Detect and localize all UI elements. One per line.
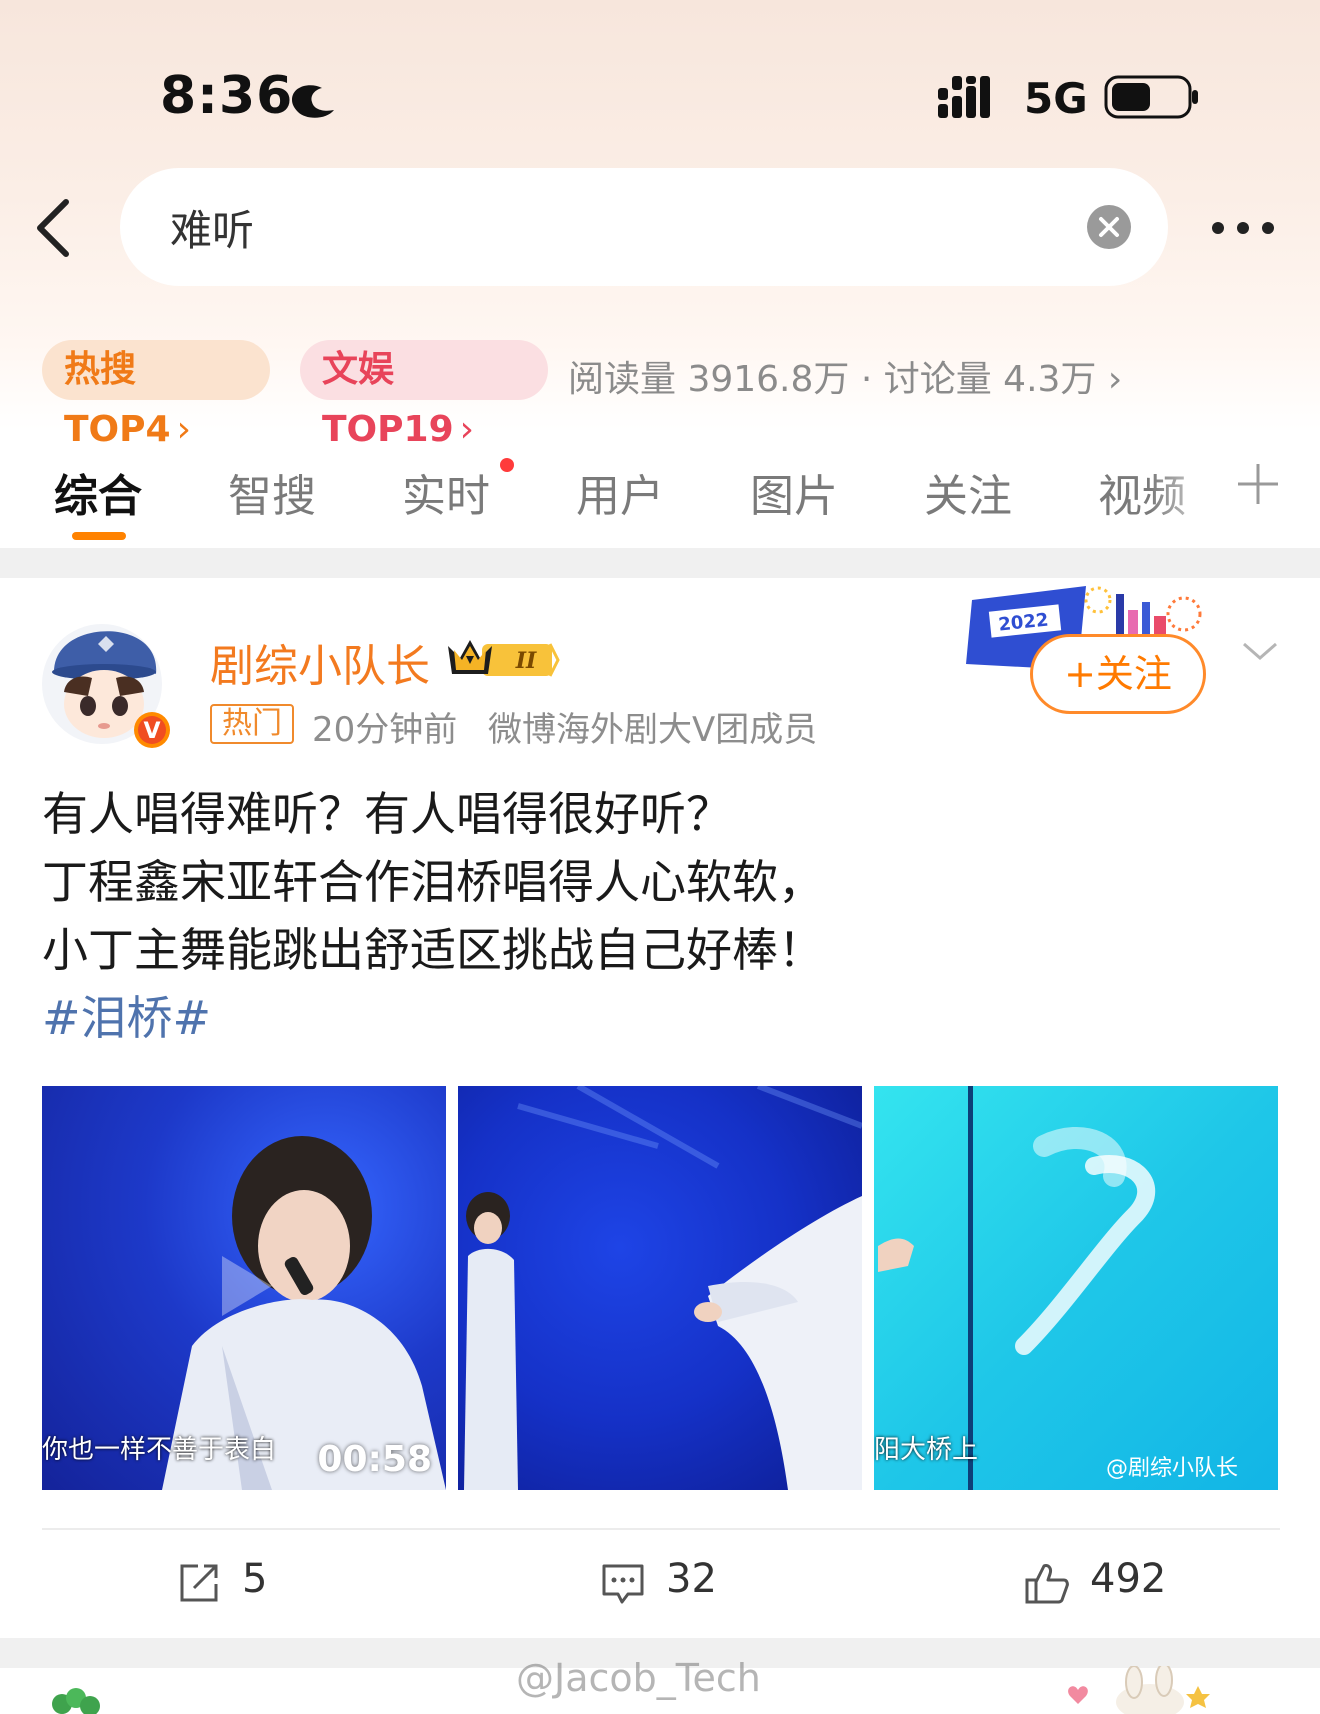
hot-search-label: 热搜TOP4 <box>64 349 171 450</box>
chevron-right-icon: › <box>176 409 191 450</box>
tab-following[interactable]: 关注 <box>924 460 1012 524</box>
comment-icon <box>602 1564 644 1604</box>
video-subtitle: 你也一样不善于表白 <box>42 1435 277 1465</box>
image-thumbnail[interactable] <box>458 1086 862 1490</box>
new-dot <box>500 458 514 472</box>
topic-stats[interactable]: 阅读量 3916.8万 · 讨论量 4.3万 › <box>568 350 1122 402</box>
chevron-right-icon: › <box>459 409 475 450</box>
hot-tag: 热门 <box>210 704 294 744</box>
signal-icon <box>938 76 990 118</box>
image-thumbnail[interactable]: 阳大桥上 @剧综小队长 <box>874 1086 1278 1490</box>
search-input[interactable] <box>168 194 1032 260</box>
tab-realtime[interactable]: 实时 <box>402 460 490 524</box>
stage-photo <box>464 1086 862 1490</box>
post-line: 丁程鑫宋亚轩合作泪桥唱得人心软软， <box>42 855 824 909</box>
svg-text:V: V <box>143 719 160 744</box>
battery-icon <box>1104 75 1198 119</box>
video-thumbnail[interactable]: 你也一样不善于表白 00:58 <box>42 1086 446 1490</box>
sticker-icon <box>1068 1666 1210 1714</box>
screenshot-watermark: @Jacob_Tech <box>516 1656 761 1700</box>
ent-search-label: 文娱TOP19 <box>322 349 454 450</box>
section-divider <box>0 548 1320 578</box>
author-role: 微博海外剧大V团成员 <box>488 710 818 750</box>
chevron-right-icon: › <box>1107 359 1123 400</box>
tab-comprehensive[interactable]: 综合 <box>54 460 142 524</box>
member-crown-badge: II <box>448 640 560 677</box>
badge-level: II <box>515 648 537 674</box>
hot-search-pill[interactable]: 热搜TOP4 › <box>42 340 270 450</box>
tab-smart-search[interactable]: 智搜 <box>228 460 316 524</box>
action-divider <box>42 1528 1280 1530</box>
thumbs-up-icon <box>1025 1564 1069 1604</box>
comment-count: 32 <box>666 1556 717 1602</box>
stats-label: 阅读量 3916.8万 · 讨论量 4.3万 <box>568 359 1097 400</box>
image-watermark: @剧综小队长 <box>1105 1456 1238 1481</box>
post-line: 小丁主舞能跳出舒适区挑战自己好棒！ <box>42 923 824 977</box>
tab-images[interactable]: 图片 <box>750 460 838 524</box>
author-name[interactable]: 剧综小队长 <box>210 630 430 694</box>
focus-mode-icon <box>292 85 334 118</box>
active-tab-indicator <box>72 532 126 540</box>
follow-button[interactable]: +关注 <box>1030 634 1206 714</box>
trend-row: 热搜TOP4 › 文娱TOP19 › 阅读量 3916.8万 · 讨论量 4.3万 … <box>42 340 1312 450</box>
chevron-down-icon[interactable] <box>1240 636 1280 666</box>
ent-search-pill[interactable]: 文娱TOP19 › <box>300 340 548 450</box>
post-time: 20分钟前 <box>312 710 458 750</box>
avatar[interactable]: V <box>40 622 170 752</box>
more-icon[interactable] <box>1210 218 1276 238</box>
hashtag-link[interactable]: #泪桥# <box>42 984 1282 1052</box>
add-tab-icon[interactable] <box>1236 462 1280 506</box>
video-duration: 00:58 <box>317 1439 432 1480</box>
network-label: 5G <box>1024 74 1088 123</box>
back-icon[interactable] <box>30 196 80 260</box>
repost-count: 5 <box>242 1556 268 1602</box>
like-count: 492 <box>1090 1556 1167 1602</box>
tab-bar: 综合 智搜 实时 用户 图片 关注 视频 <box>0 452 1320 548</box>
clover-icon <box>52 1688 100 1714</box>
clear-icon[interactable] <box>1086 204 1132 250</box>
repost-icon <box>180 1564 218 1602</box>
search-box[interactable] <box>120 168 1168 286</box>
tab-fade <box>1150 452 1230 532</box>
tab-users[interactable]: 用户 <box>576 460 664 524</box>
status-time: 8:36 <box>160 66 294 126</box>
image-subtitle: 阳大桥上 <box>874 1435 979 1465</box>
post-line: 有人唱得难听？有人唱得很好听？ <box>42 787 732 841</box>
post-text: 有人唱得难听？有人唱得很好听？ 丁程鑫宋亚轩合作泪桥唱得人心软软， 小丁主舞能跳… <box>42 780 1282 1052</box>
